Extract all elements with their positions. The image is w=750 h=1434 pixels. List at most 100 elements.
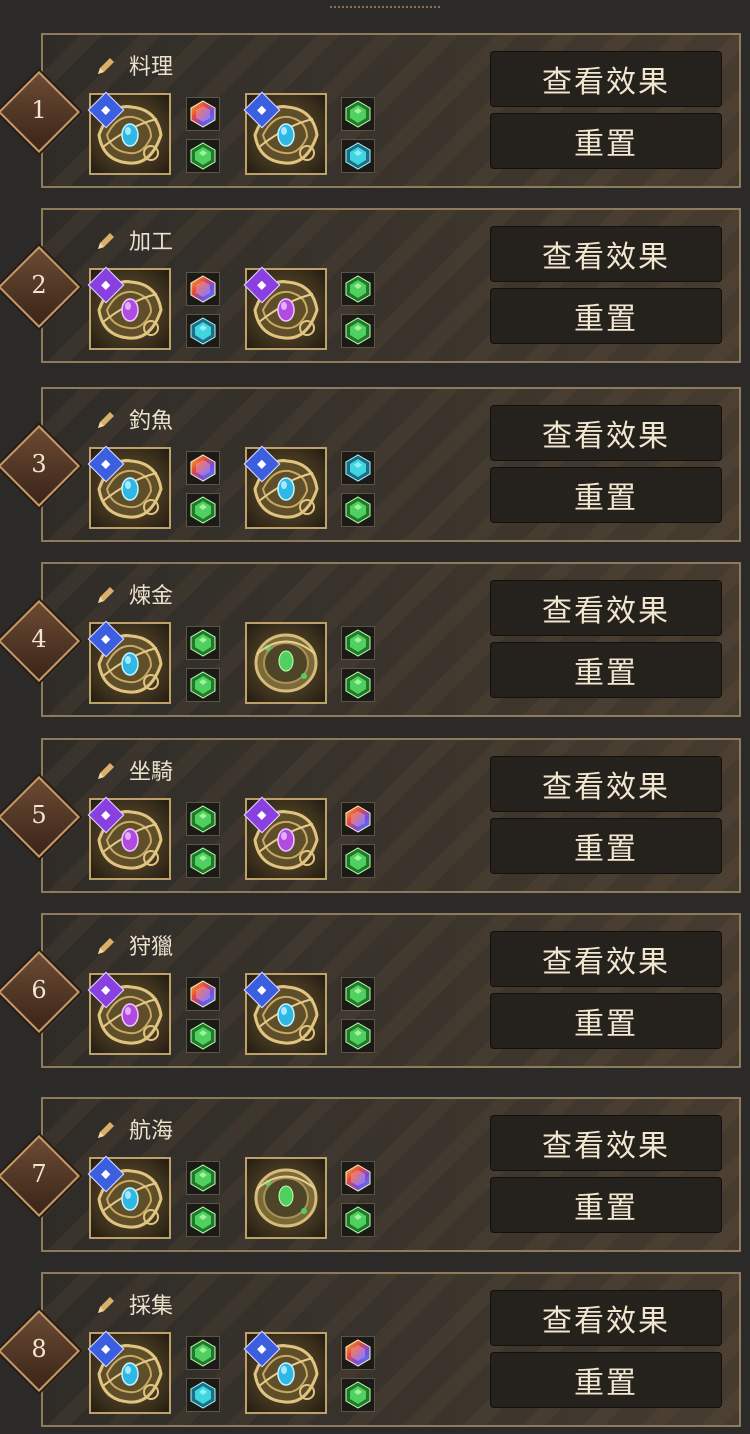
slot-number: 6 bbox=[31, 976, 47, 1004]
ring-slot-b[interactable] bbox=[245, 1157, 327, 1239]
reset-button[interactable]: 重置 bbox=[490, 642, 722, 698]
slot-number: 8 bbox=[31, 1335, 47, 1363]
title-row: 釣魚 bbox=[95, 403, 173, 435]
green-gem-icon[interactable] bbox=[186, 626, 220, 660]
set-title: 採集 bbox=[129, 1294, 174, 1319]
title-row: 坐騎 bbox=[95, 754, 173, 786]
view-effect-button[interactable]: 查看效果 bbox=[490, 580, 722, 636]
reset-button[interactable]: 重置 bbox=[490, 467, 722, 523]
rainbow-gem-icon[interactable] bbox=[341, 802, 375, 836]
ring-slot-b[interactable]: ◆ bbox=[243, 1330, 327, 1414]
reset-button[interactable]: 重置 bbox=[490, 993, 722, 1049]
title-row: 料理 bbox=[95, 49, 173, 81]
top-ornament bbox=[330, 0, 440, 8]
green-gem-icon[interactable] bbox=[186, 844, 220, 878]
reset-button[interactable]: 重置 bbox=[490, 288, 722, 344]
green-gem-icon[interactable] bbox=[341, 97, 375, 131]
ring-set-panel: 採集 ◆ ◆ 查看效果重置 bbox=[41, 1272, 741, 1427]
ring-slot-b[interactable]: ◆ bbox=[243, 91, 327, 175]
ring-slot-a[interactable]: ◆ bbox=[87, 971, 171, 1055]
green-gem-icon[interactable] bbox=[341, 1203, 375, 1237]
reset-button[interactable]: 重置 bbox=[490, 818, 722, 874]
reset-button[interactable]: 重置 bbox=[490, 113, 722, 169]
view-effect-button[interactable]: 查看效果 bbox=[490, 756, 722, 812]
slot-number: 3 bbox=[31, 450, 47, 478]
ring-slot-b[interactable]: ◆ bbox=[243, 796, 327, 880]
set-title: 狩獵 bbox=[129, 935, 174, 960]
pencil-icon[interactable] bbox=[95, 584, 115, 604]
green-gem-icon[interactable] bbox=[341, 314, 375, 348]
green-gem-icon[interactable] bbox=[341, 493, 375, 527]
view-effect-button[interactable]: 查看效果 bbox=[490, 405, 722, 461]
ring-set-panel: 狩獵 ◆ ◆ 查看效果重置 bbox=[41, 913, 741, 1068]
title-row: 狩獵 bbox=[95, 929, 173, 961]
green-gem-icon[interactable] bbox=[341, 844, 375, 878]
pencil-icon[interactable] bbox=[95, 1294, 115, 1314]
green-gem-icon[interactable] bbox=[341, 668, 375, 702]
ring-slot-b[interactable]: ◆ bbox=[243, 266, 327, 350]
view-effect-button[interactable]: 查看效果 bbox=[490, 1290, 722, 1346]
rainbow-gem-icon[interactable] bbox=[186, 451, 220, 485]
ring-set-panel: 航海 ◆ 查看效果重置 bbox=[41, 1097, 741, 1252]
pencil-icon[interactable] bbox=[95, 760, 115, 780]
ring-slot-a[interactable]: ◆ bbox=[87, 796, 171, 880]
ring-slot-a[interactable]: ◆ bbox=[87, 1155, 171, 1239]
pencil-icon[interactable] bbox=[95, 935, 115, 955]
ring-slot-a[interactable]: ◆ bbox=[87, 445, 171, 529]
rainbow-gem-icon[interactable] bbox=[186, 272, 220, 306]
cyan-gem-icon[interactable] bbox=[186, 314, 220, 348]
title-row: 採集 bbox=[95, 1288, 173, 1320]
green-gem-icon[interactable] bbox=[341, 1019, 375, 1053]
green-gem-icon[interactable] bbox=[341, 626, 375, 660]
slot-number: 5 bbox=[31, 801, 47, 829]
cyan-gem-icon[interactable] bbox=[341, 139, 375, 173]
green-gem-icon[interactable] bbox=[186, 1203, 220, 1237]
green-gem-icon[interactable] bbox=[186, 493, 220, 527]
title-row: 航海 bbox=[95, 1113, 173, 1145]
ring-set-panel: 加工 ◆ ◆ 查看效果重置 bbox=[41, 208, 741, 363]
ring-set-panel: 料理 ◆ ◆ 查看效果重置 bbox=[41, 33, 741, 188]
green-gem-icon[interactable] bbox=[186, 1019, 220, 1053]
reset-button[interactable]: 重置 bbox=[490, 1177, 722, 1233]
view-effect-button[interactable]: 查看效果 bbox=[490, 1115, 722, 1171]
view-effect-button[interactable]: 查看效果 bbox=[490, 226, 722, 282]
green-gem-icon[interactable] bbox=[186, 139, 220, 173]
ring-set-panel: 煉金 ◆ 查看效果重置 bbox=[41, 562, 741, 717]
set-title: 航海 bbox=[129, 1119, 174, 1144]
ring-slot-a[interactable]: ◆ bbox=[87, 266, 171, 350]
cyan-gem-icon[interactable] bbox=[341, 451, 375, 485]
slot-number: 1 bbox=[31, 96, 47, 124]
green-gem-icon[interactable] bbox=[186, 1336, 220, 1370]
pencil-icon[interactable] bbox=[95, 1119, 115, 1139]
ring-slot-b[interactable]: ◆ bbox=[243, 445, 327, 529]
view-effect-button[interactable]: 查看效果 bbox=[490, 931, 722, 987]
green-gem-icon[interactable] bbox=[341, 272, 375, 306]
ring-slot-a[interactable]: ◆ bbox=[87, 1330, 171, 1414]
rainbow-gem-icon[interactable] bbox=[341, 1336, 375, 1370]
reset-button[interactable]: 重置 bbox=[490, 1352, 722, 1408]
set-title: 坐騎 bbox=[129, 760, 174, 785]
rainbow-gem-icon[interactable] bbox=[186, 97, 220, 131]
rainbow-gem-icon[interactable] bbox=[341, 1161, 375, 1195]
green-gem-icon[interactable] bbox=[341, 977, 375, 1011]
pencil-icon[interactable] bbox=[95, 55, 115, 75]
slot-number: 4 bbox=[31, 625, 47, 653]
pencil-icon[interactable] bbox=[95, 230, 115, 250]
rainbow-gem-icon[interactable] bbox=[186, 977, 220, 1011]
slot-number: 2 bbox=[31, 271, 47, 299]
ring-set-panel: 釣魚 ◆ ◆ 查看效果重置 bbox=[41, 387, 741, 542]
set-title: 煉金 bbox=[129, 584, 174, 609]
green-gem-icon[interactable] bbox=[186, 668, 220, 702]
ring-slot-a[interactable]: ◆ bbox=[87, 91, 171, 175]
green-gem-icon[interactable] bbox=[341, 1378, 375, 1412]
set-title: 釣魚 bbox=[129, 409, 174, 434]
green-gem-icon[interactable] bbox=[186, 1161, 220, 1195]
ring-slot-b[interactable] bbox=[245, 622, 327, 704]
title-row: 加工 bbox=[95, 224, 173, 256]
ring-slot-a[interactable]: ◆ bbox=[87, 620, 171, 704]
cyan-gem-icon[interactable] bbox=[186, 1378, 220, 1412]
ring-slot-b[interactable]: ◆ bbox=[243, 971, 327, 1055]
view-effect-button[interactable]: 查看效果 bbox=[490, 51, 722, 107]
green-gem-icon[interactable] bbox=[186, 802, 220, 836]
pencil-icon[interactable] bbox=[95, 409, 115, 429]
